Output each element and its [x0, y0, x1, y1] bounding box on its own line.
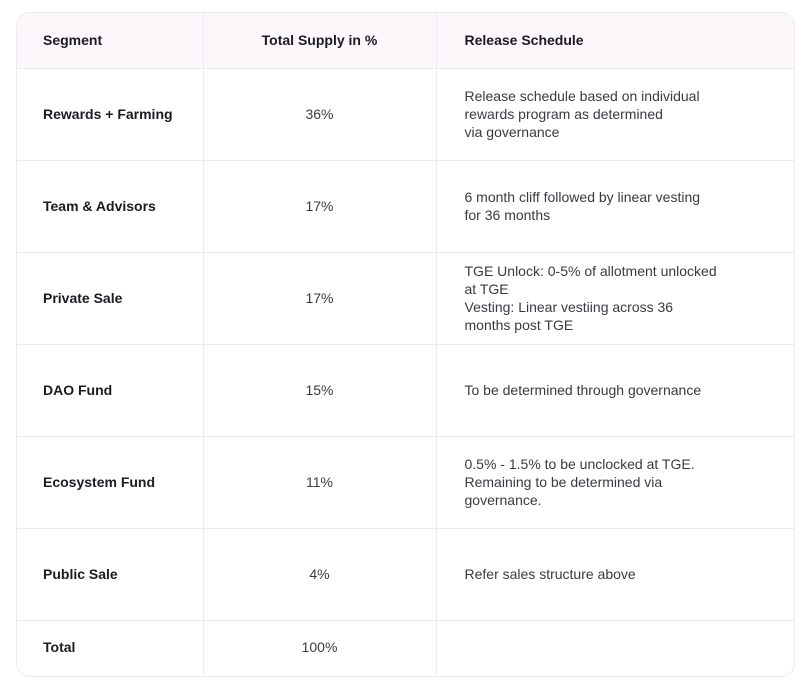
- segment-cell: Ecosystem Fund: [17, 436, 204, 529]
- segment-cell: Private Sale: [17, 252, 204, 345]
- token-allocation-table: Segment Total Supply in % Release Schedu…: [16, 12, 795, 677]
- table-row: Public Sale 4% Refer sales structure abo…: [17, 528, 794, 621]
- supply-cell: 36%: [203, 68, 437, 161]
- supply-cell: 11%: [203, 436, 437, 529]
- release-line: Vesting: Linear vestiing across 36: [464, 299, 674, 315]
- segment-cell: DAO Fund: [17, 344, 204, 437]
- release-line: To be determined through governance: [464, 382, 702, 398]
- supply-cell: 17%: [203, 160, 437, 253]
- total-release-cell: [436, 620, 794, 674]
- total-label-cell: Total: [17, 620, 204, 674]
- release-line: governance.: [464, 492, 542, 508]
- release-cell: Release schedule based on individual rew…: [436, 68, 794, 161]
- table-header-row: Segment Total Supply in % Release Schedu…: [17, 13, 794, 69]
- release-line: via governance: [464, 124, 560, 140]
- release-line: for 36 months: [464, 207, 551, 223]
- header-segment: Segment: [17, 13, 204, 69]
- release-line: months post TGE: [464, 317, 574, 333]
- release-cell: Refer sales structure above: [436, 528, 794, 621]
- header-total-supply: Total Supply in %: [203, 13, 437, 69]
- header-release-schedule: Release Schedule: [436, 13, 794, 69]
- allocation-table-grid: Segment Total Supply in % Release Schedu…: [17, 13, 794, 674]
- release-line: Release schedule based on individual: [464, 88, 700, 104]
- table-row: Team & Advisors 17% 6 month cliff follow…: [17, 160, 794, 253]
- release-line: Refer sales structure above: [464, 566, 636, 582]
- release-cell: 0.5% - 1.5% to be unclocked at TGE. Rema…: [436, 436, 794, 529]
- supply-cell: 4%: [203, 528, 437, 621]
- release-line: at TGE: [464, 281, 509, 297]
- total-supply-cell: 100%: [203, 620, 437, 674]
- segment-cell: Team & Advisors: [17, 160, 204, 253]
- release-line: rewards program as determined: [464, 106, 663, 122]
- release-line: 0.5% - 1.5% to be unclocked at TGE.: [464, 456, 695, 472]
- supply-cell: 17%: [203, 252, 437, 345]
- release-line: Remaining to be determined via: [464, 474, 663, 490]
- segment-cell: Public Sale: [17, 528, 204, 621]
- release-line: TGE Unlock: 0-5% of allotment unlocked: [464, 263, 717, 279]
- table-row: Ecosystem Fund 11% 0.5% - 1.5% to be unc…: [17, 436, 794, 529]
- table-total-row: Total 100%: [17, 620, 794, 674]
- table-row: Rewards + Farming 36% Release schedule b…: [17, 68, 794, 161]
- segment-cell: Rewards + Farming: [17, 68, 204, 161]
- release-cell: 6 month cliff followed by linear vesting…: [436, 160, 794, 253]
- table-row: DAO Fund 15% To be determined through go…: [17, 344, 794, 437]
- supply-cell: 15%: [203, 344, 437, 437]
- release-cell: To be determined through governance: [436, 344, 794, 437]
- release-cell: TGE Unlock: 0-5% of allotment unlocked a…: [436, 252, 794, 345]
- release-line: 6 month cliff followed by linear vesting: [464, 189, 701, 205]
- table-row: Private Sale 17% TGE Unlock: 0-5% of all…: [17, 252, 794, 345]
